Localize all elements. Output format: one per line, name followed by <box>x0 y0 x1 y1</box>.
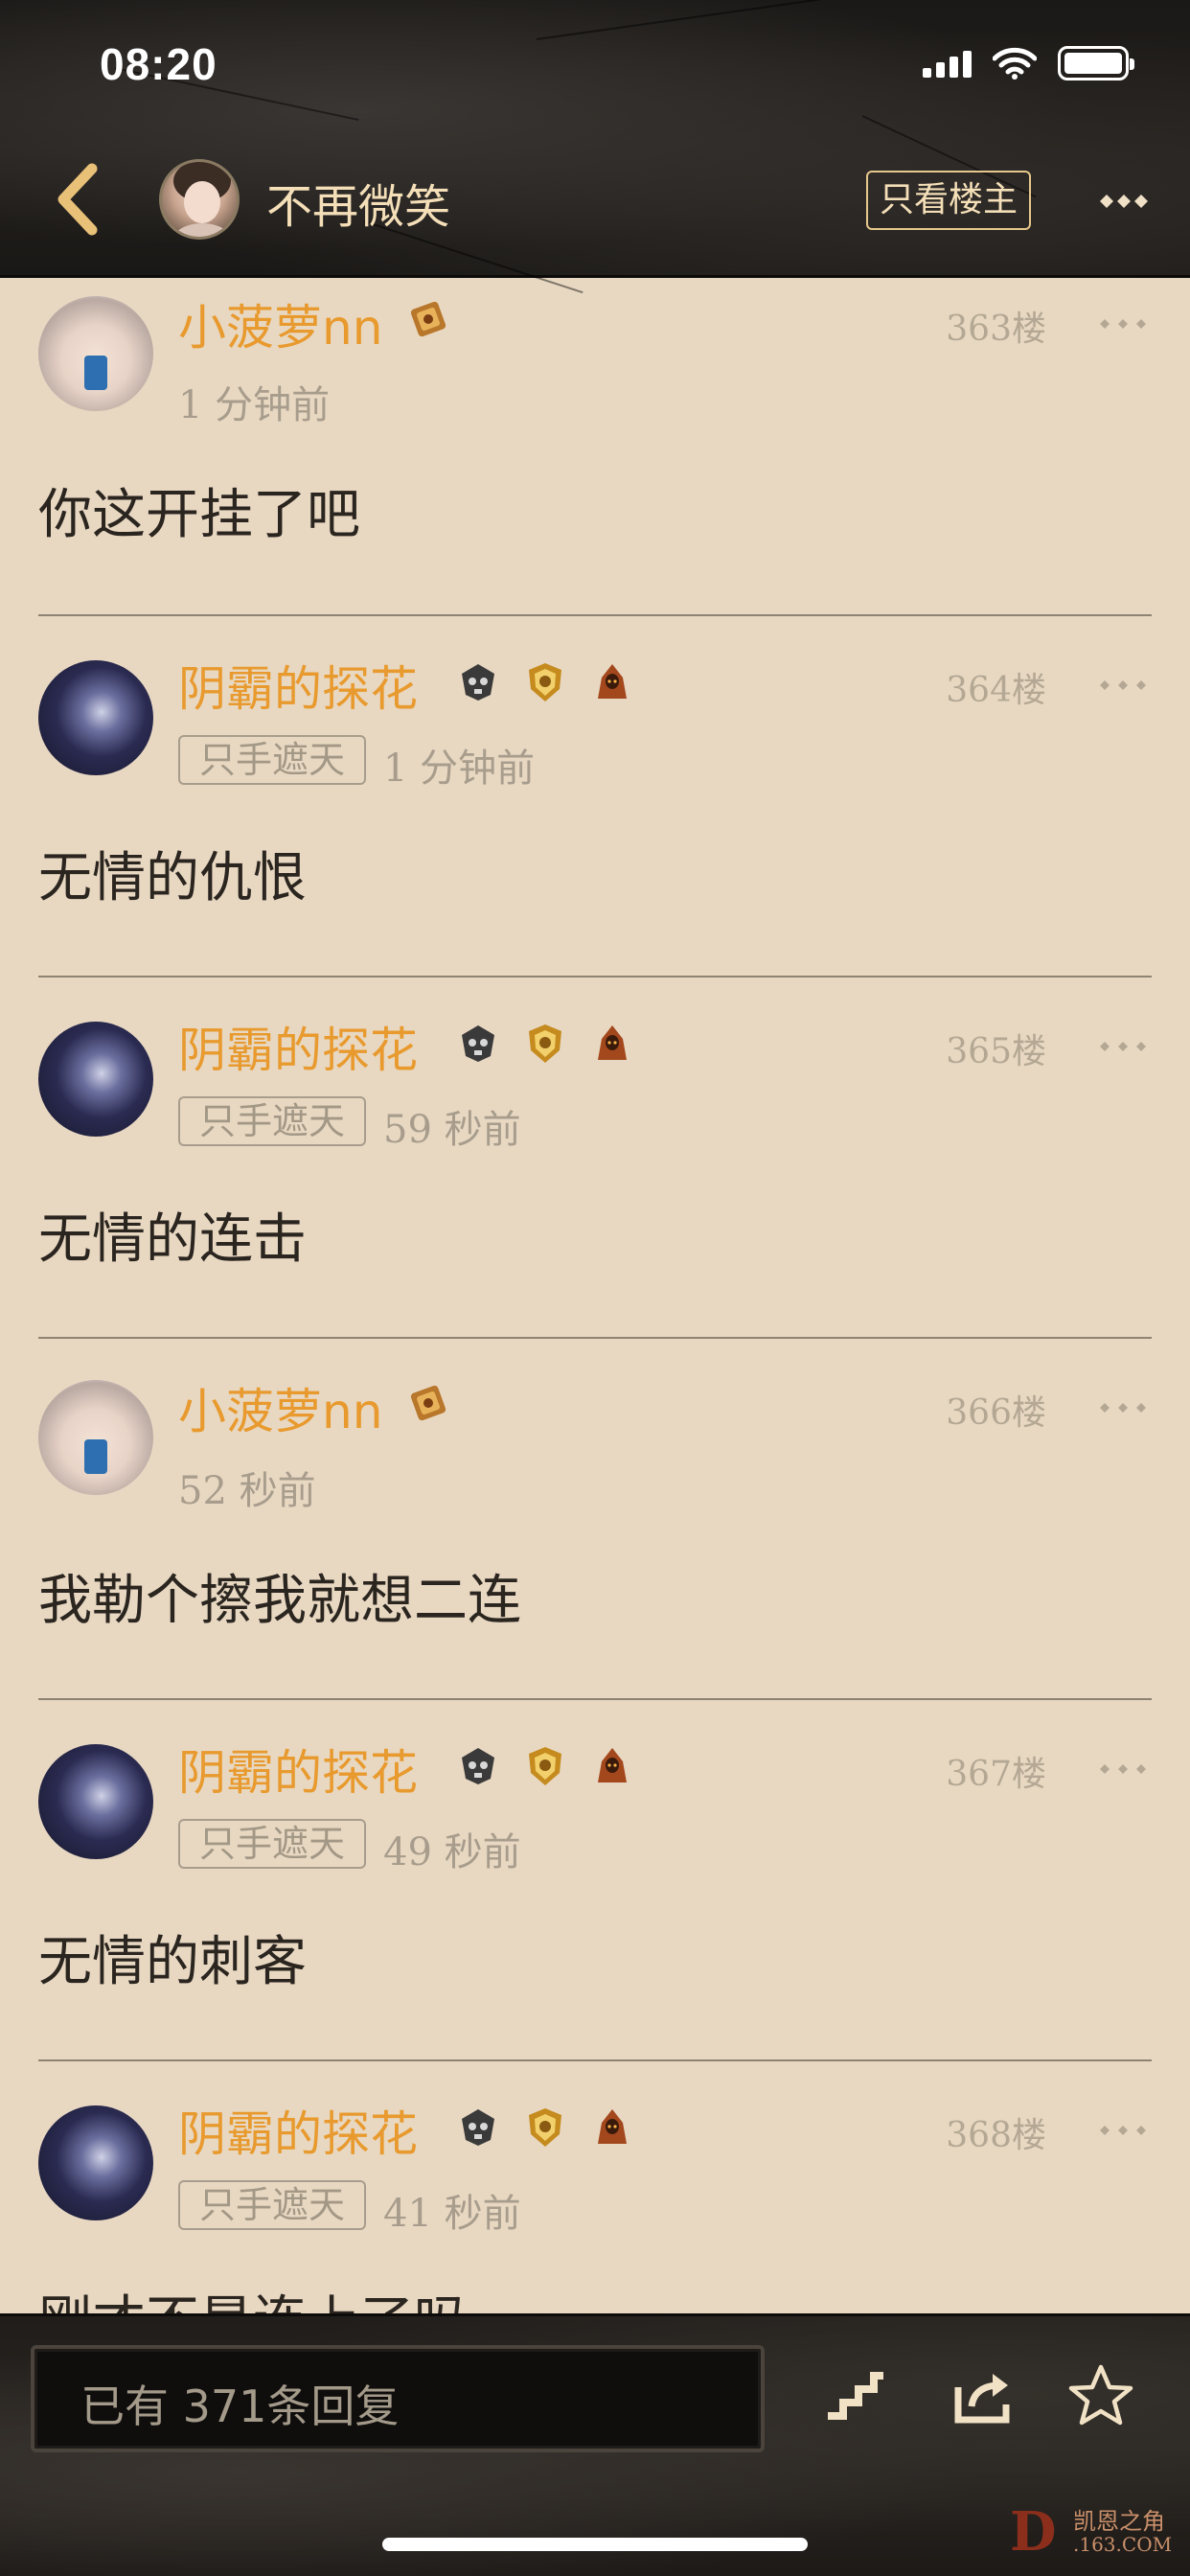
user-title-tag: 只手遮天 <box>178 1819 366 1869</box>
watermark-name: 凯恩之角 <box>1073 2508 1165 2535</box>
post-divider <box>38 2059 1152 2061</box>
skull-badge-icon <box>462 1748 494 1784</box>
status-time: 08:20 <box>100 39 217 89</box>
post-more-icon[interactable] <box>1094 1760 1152 1779</box>
shield-badge-icon <box>529 1024 561 1063</box>
reply-post: 阴霸的探花 364楼 只手遮天 1 分钟前 无情的仇恨 <box>0 614 1190 976</box>
username[interactable]: 阴霸的探花 <box>178 1735 418 1804</box>
post-more-icon[interactable] <box>1094 2121 1152 2140</box>
floor-number: 363楼 <box>946 310 1046 349</box>
post-more-icon[interactable] <box>1094 1398 1152 1417</box>
reply-post: 小菠萝nn 363楼 1 分钟前 你这开挂了吧 <box>0 253 1190 614</box>
more-options-icon[interactable] <box>1090 182 1157 220</box>
floor-number: 365楼 <box>946 1032 1046 1071</box>
user-avatar[interactable] <box>38 660 153 775</box>
scroll-badge-icon <box>410 301 446 337</box>
watermark-domain: .163.COM <box>1073 2533 1173 2556</box>
bottom-action-bar: 已有 371条回复 D 凯恩之角 .163.COM <box>0 2313 1190 2576</box>
post-time: 49 秒前 <box>383 1830 521 1874</box>
thread-author-name[interactable]: 不再微笑 <box>266 169 450 236</box>
user-avatar[interactable] <box>38 1022 153 1137</box>
post-time: 1 分钟前 <box>383 747 536 791</box>
user-avatar[interactable] <box>38 296 153 411</box>
username[interactable]: 阴霸的探花 <box>178 1012 418 1081</box>
post-more-icon[interactable] <box>1094 1037 1152 1056</box>
only-host-button[interactable]: 只看楼主 <box>866 171 1031 230</box>
status-icons <box>923 46 1134 80</box>
username[interactable]: 小菠萝nn <box>178 289 382 358</box>
reply-post: 阴霸的探花 367楼 只手遮天 49 秒前 无情的刺客 <box>0 1698 1190 2059</box>
user-avatar[interactable] <box>38 1744 153 1859</box>
post-time: 41 秒前 <box>383 2192 521 2236</box>
post-content: 无情的连击 <box>38 1208 307 1271</box>
header-texture <box>536 0 822 40</box>
skull-badge-icon <box>462 1025 494 1062</box>
floor-number: 366楼 <box>946 1393 1046 1433</box>
user-title-tag: 只手遮天 <box>178 2180 366 2230</box>
username[interactable]: 小菠萝nn <box>178 1373 382 1442</box>
post-more-icon[interactable] <box>1094 314 1152 334</box>
reply-post: 小菠萝nn 366楼 52 秒前 我勒个擦我就想二连 <box>0 1337 1190 1698</box>
thread-author-avatar[interactable] <box>159 159 240 240</box>
battery-icon <box>1058 46 1134 80</box>
user-title-tag: 只手遮天 <box>178 735 366 785</box>
post-content: 无情的刺客 <box>38 1931 307 1993</box>
post-divider <box>38 1337 1152 1339</box>
post-divider <box>38 976 1152 978</box>
post-divider <box>38 614 1152 616</box>
shield-badge-icon <box>529 1747 561 1785</box>
reply-count-placeholder: 已有 371条回复 <box>80 2380 400 2432</box>
post-more-icon[interactable] <box>1094 676 1152 695</box>
jump-to-floor-icon[interactable] <box>822 2362 889 2429</box>
username[interactable]: 阴霸的探花 <box>178 2096 418 2165</box>
user-title-tag: 只手遮天 <box>178 1096 366 1146</box>
floor-number: 368楼 <box>946 2116 1046 2155</box>
username[interactable]: 阴霸的探花 <box>178 651 418 720</box>
user-avatar[interactable] <box>38 2105 153 2220</box>
reply-input[interactable]: 已有 371条回复 <box>31 2345 765 2452</box>
post-time: 52 秒前 <box>178 1469 316 1513</box>
share-icon[interactable] <box>950 2362 1018 2429</box>
floor-number: 367楼 <box>946 1755 1046 1794</box>
scroll-badge-icon <box>410 1385 446 1421</box>
top-header: 08:20 不再微笑 只看楼主 <box>0 0 1190 294</box>
watermark-letter: D <box>1010 2500 1057 2564</box>
favorite-star-icon[interactable] <box>1067 2362 1134 2429</box>
skull-badge-icon <box>462 2109 494 2146</box>
floor-number: 364楼 <box>946 671 1046 710</box>
hooded-figure-badge-icon <box>598 664 627 699</box>
post-content: 我勒个擦我就想二连 <box>38 1570 521 1632</box>
reply-post: 阴霸的探花 365楼 只手遮天 59 秒前 无情的连击 <box>0 976 1190 1337</box>
post-content: 无情的仇恨 <box>38 847 307 909</box>
post-content: 你这开挂了吧 <box>38 484 360 546</box>
skull-badge-icon <box>462 664 494 701</box>
cellular-signal-icon <box>923 49 972 78</box>
wifi-icon <box>993 47 1037 80</box>
shield-badge-icon <box>529 663 561 702</box>
hooded-figure-badge-icon <box>598 1025 627 1060</box>
hooded-figure-badge-icon <box>598 1748 627 1782</box>
home-indicator[interactable] <box>382 2538 808 2551</box>
post-time: 59 秒前 <box>383 1108 521 1152</box>
post-divider <box>38 1698 1152 1700</box>
post-time: 1 分钟前 <box>178 383 331 427</box>
shield-badge-icon <box>529 2108 561 2147</box>
back-arrow-icon[interactable] <box>50 161 107 238</box>
hooded-figure-badge-icon <box>598 2109 627 2144</box>
user-avatar[interactable] <box>38 1380 153 1495</box>
